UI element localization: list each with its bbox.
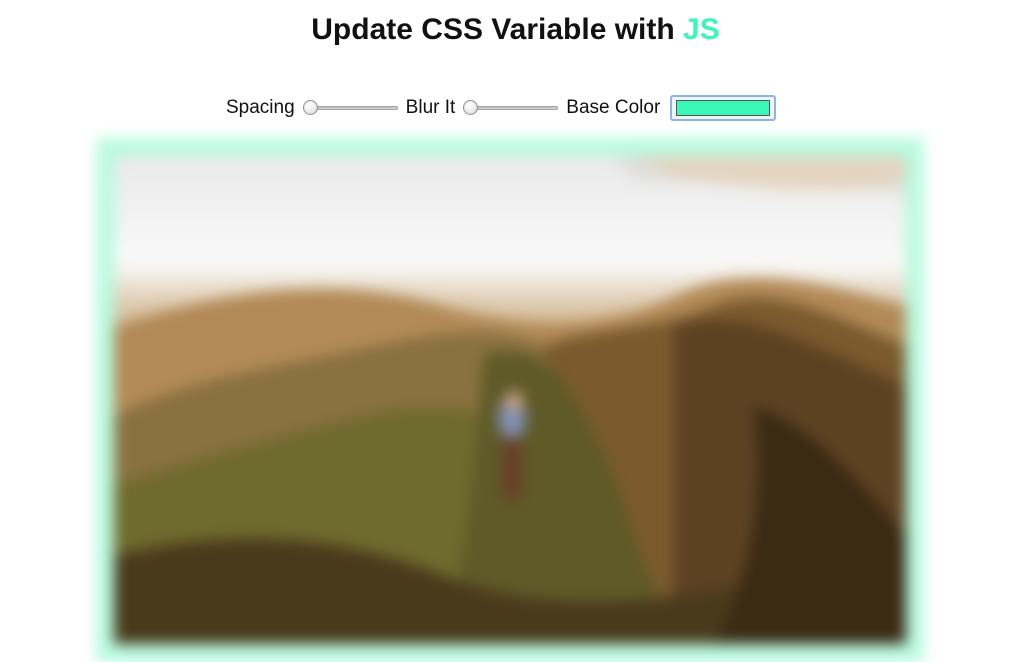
blur-slider[interactable] (463, 100, 559, 116)
base-color-swatch[interactable] (676, 100, 771, 116)
spacing-slider-thumb[interactable] (302, 100, 318, 115)
spacing-slider-track[interactable] (306, 106, 398, 110)
page-title-text: Update CSS Variable with (311, 13, 684, 46)
page: Update CSS Variable with JS Spacing Blur… (0, 0, 1031, 662)
spacing-slider[interactable] (302, 100, 398, 116)
base-color-label: Base Color (566, 97, 661, 118)
page-title-accent: JS (683, 13, 720, 46)
page-title: Update CSS Variable with JS (0, 10, 1031, 50)
blur-slider-thumb[interactable] (463, 100, 479, 115)
mountain-photo (114, 156, 906, 644)
blur-slider-track[interactable] (467, 106, 559, 110)
mountain-ridge-illustration (114, 156, 906, 644)
spacing-label: Spacing (226, 97, 295, 118)
blurred-photo-frame (96, 138, 924, 662)
controls-bar: Spacing Blur It Base Color (226, 93, 777, 123)
blur-label: Blur It (405, 97, 456, 118)
base-color-input[interactable] (670, 95, 777, 121)
